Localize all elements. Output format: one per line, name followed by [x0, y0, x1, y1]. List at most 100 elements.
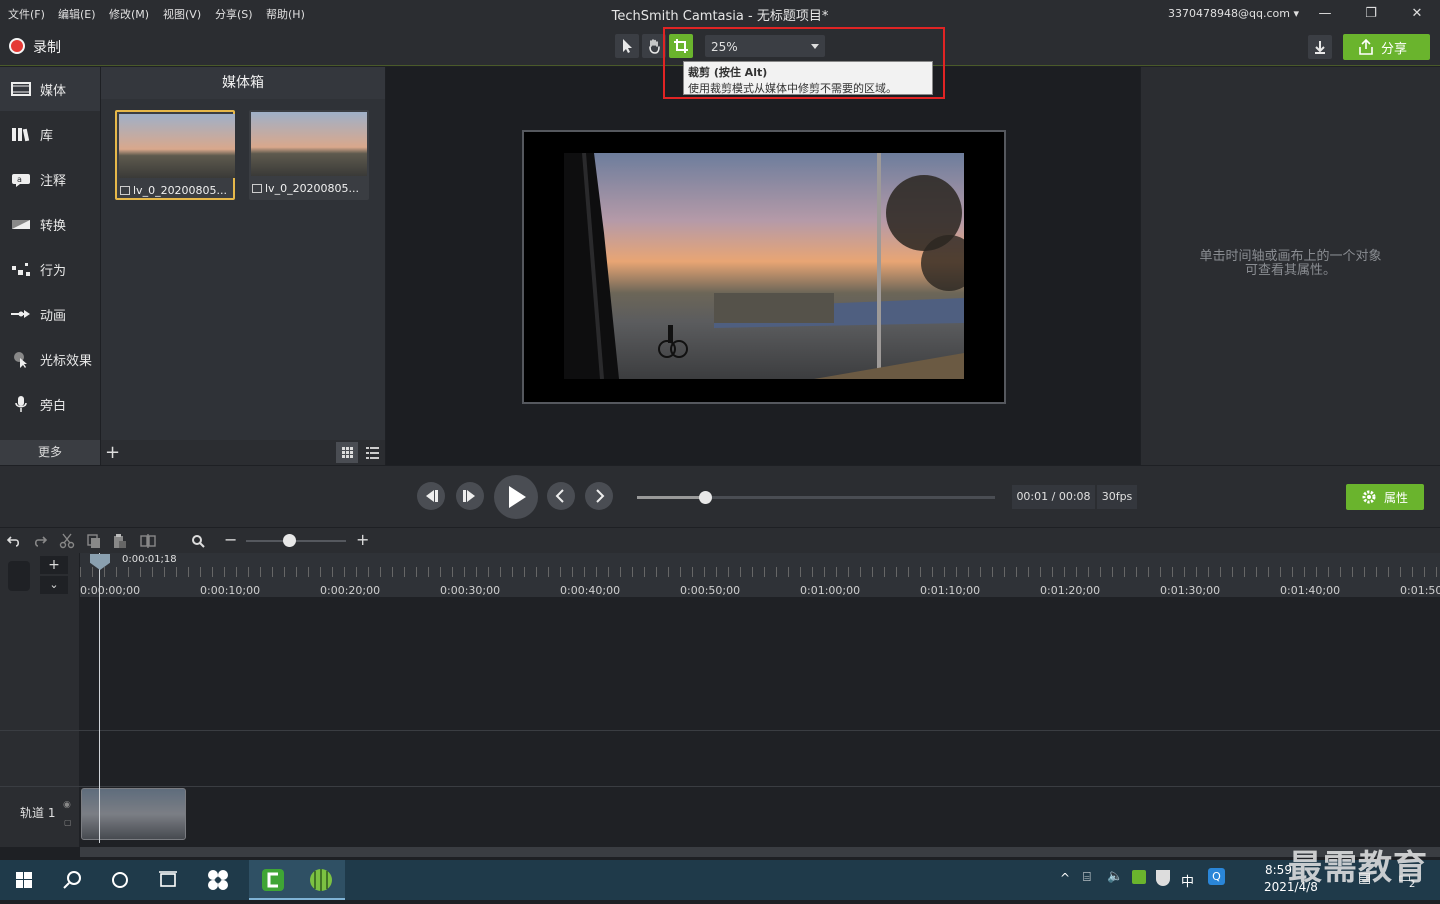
download-arrow-icon [1315, 41, 1325, 54]
list-view-icon[interactable] [361, 442, 383, 463]
ruler-label: 0:00:30;00 [440, 584, 501, 597]
windows-logo-icon [16, 872, 32, 888]
menu-help[interactable]: 帮助(H) [266, 6, 305, 22]
fps-display: 30fps [1097, 485, 1137, 509]
cortana-button[interactable] [96, 860, 144, 900]
redo-icon[interactable] [32, 533, 48, 549]
playhead-line [99, 553, 100, 843]
gear-icon [1362, 490, 1376, 504]
ruler-label: 0:00:40;00 [560, 584, 621, 597]
search-button[interactable] [48, 860, 96, 900]
undo-icon[interactable] [6, 533, 22, 549]
zoom-in-icon[interactable]: + [356, 530, 369, 549]
split-icon[interactable] [140, 533, 156, 549]
film-strip-icon [11, 82, 31, 96]
tray-expand-icon[interactable]: ^ [1060, 871, 1070, 885]
timeline-scrollbar[interactable] [80, 847, 1440, 857]
account-menu[interactable]: 3370478948@qq.com ▾ [1168, 7, 1299, 20]
eye-icon[interactable]: ◉ [63, 800, 71, 810]
crop-tool-button[interactable] [669, 34, 693, 58]
timeline-ruler[interactable]: 0:00:01;18 0:00:00;00 0:00:10;00 0:00:20;0… [80, 553, 1440, 597]
annotation-icon: a [12, 174, 30, 187]
start-button[interactable] [0, 860, 48, 900]
rewind-icon [426, 490, 438, 502]
properties-button[interactable]: 属性 [1346, 484, 1424, 510]
pan-tool-button[interactable] [642, 34, 666, 58]
next-marker-button[interactable] [585, 482, 613, 510]
tooltip-description: 使用裁剪模式从媒体中修剪不需要的区域。 [688, 82, 897, 95]
share-button[interactable]: 分享 [1343, 34, 1430, 60]
animation-arrow-icon [11, 310, 30, 318]
menu-file[interactable]: 文件(F) [8, 6, 45, 22]
security-shield-icon[interactable] [1156, 870, 1170, 886]
copy-icon[interactable] [86, 533, 102, 549]
playback-scrubber[interactable] [637, 491, 995, 504]
lock-icon[interactable]: ▢ [64, 818, 72, 827]
sidebar-item-animations[interactable]: 动画 [0, 292, 100, 336]
volume-icon[interactable]: 🔈 [1107, 869, 1123, 884]
search-icon[interactable] [190, 533, 206, 549]
more-tools-button[interactable]: 更多 [0, 440, 100, 465]
camtasia-taskbar-button[interactable] [249, 860, 297, 900]
timeline-zoom-slider[interactable] [246, 540, 346, 542]
track-divider [0, 786, 1440, 787]
sidebar-item-voice-narration[interactable]: 旁白 [0, 382, 100, 426]
zoom-dropdown[interactable]: 25% [705, 35, 825, 57]
previous-marker-button[interactable] [547, 482, 575, 510]
close-icon[interactable]: ✕ [1402, 4, 1432, 24]
task-view-button[interactable] [144, 860, 192, 900]
sidebar-item-transitions[interactable]: 转换 [0, 202, 100, 246]
cut-icon[interactable] [59, 533, 75, 549]
pinwheel-icon [208, 870, 228, 890]
cursor-effect-icon [14, 352, 27, 368]
pinwheel-app-button[interactable] [194, 860, 242, 900]
menu-view[interactable]: 视图(V) [163, 6, 201, 22]
sidebar-item-library[interactable]: 库 [0, 112, 100, 156]
sidebar-item-media[interactable]: 媒体 [0, 67, 100, 111]
step-forward-button[interactable] [456, 482, 484, 510]
scrubber-handle[interactable] [699, 491, 713, 504]
properties-panel: 单击时间轴或画布上的一个对象 可查看其属性。 [1141, 67, 1440, 465]
menu-modify[interactable]: 修改(M) [109, 6, 149, 22]
add-media-icon[interactable]: + [105, 442, 120, 463]
timeline-zoom-handle[interactable] [283, 534, 296, 547]
canvas-frame[interactable] [522, 130, 1006, 404]
sidebar-item-behaviors[interactable]: 行为 [0, 247, 100, 291]
sidebar-item-label: 库 [40, 129, 54, 144]
media-clip[interactable] [81, 788, 186, 840]
track-header-controls: + ⌄ [0, 553, 79, 597]
play-icon [509, 486, 526, 508]
add-track-icon[interactable]: + [40, 556, 68, 574]
zoom-out-icon[interactable]: − [224, 530, 237, 549]
ime-indicator[interactable]: 中 [1181, 871, 1194, 890]
media-item[interactable]: lv_0_20200805... [115, 110, 235, 200]
select-tool-button[interactable] [615, 34, 639, 58]
media-item[interactable]: lv_0_20200805... [249, 110, 369, 200]
minimize-icon[interactable]: — [1310, 4, 1340, 24]
step-back-button[interactable] [417, 482, 445, 510]
nvidia-icon[interactable] [1132, 870, 1146, 884]
network-icon[interactable]: ⌸ [1083, 870, 1091, 885]
menu-share[interactable]: 分享(S) [215, 6, 253, 22]
canvas-video-frame[interactable] [564, 153, 964, 379]
sidebar-item-label: 光标效果 [40, 354, 93, 369]
ruler-ticks [80, 567, 1440, 577]
canvas-area [386, 67, 1140, 465]
download-button[interactable] [1308, 35, 1332, 59]
magnet-toggle-icon[interactable] [8, 561, 30, 591]
media-app-taskbar-button[interactable] [297, 860, 345, 900]
record-button-label[interactable]: 录制 [33, 37, 61, 57]
share-label: 分享 [1381, 42, 1408, 57]
collapse-tracks-icon[interactable]: ⌄ [40, 576, 68, 594]
qq-icon[interactable]: Q [1208, 868, 1225, 885]
media-bin-footer: + [101, 440, 385, 465]
restore-icon[interactable]: ❐ [1356, 4, 1386, 24]
record-icon[interactable] [9, 38, 25, 54]
sidebar-item-cursor-effects[interactable]: 光标效果 [0, 337, 100, 381]
play-button[interactable] [494, 475, 538, 519]
grid-view-icon[interactable] [336, 442, 358, 463]
menu-edit[interactable]: 编辑(E) [58, 6, 96, 22]
ruler-label: 0:01:40;00 [1280, 584, 1341, 597]
paste-icon[interactable] [112, 533, 128, 549]
sidebar-item-annotations[interactable]: a 注释 [0, 157, 100, 201]
